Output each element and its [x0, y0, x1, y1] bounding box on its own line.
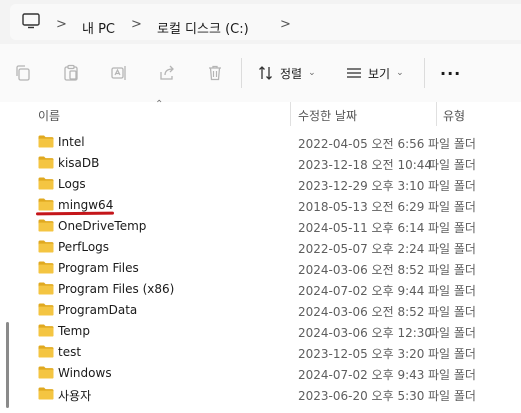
sort-label: 정렬 — [280, 66, 303, 81]
column-divider[interactable] — [436, 102, 437, 126]
file-modified: 2023-06-20 오후 5:30 — [298, 389, 425, 403]
address-bar: > 내 PC > 로컬 디스크 (C:) > — [0, 0, 521, 44]
file-name: ProgramData — [58, 303, 138, 317]
scrollbar[interactable] — [6, 322, 9, 408]
folder-icon — [38, 135, 54, 148]
file-type: 파일 폴더 — [428, 221, 476, 235]
file-row[interactable]: 사용자 2023-06-20 오후 5:30 파일 폴더 — [24, 384, 521, 405]
chevron-down-icon: ⌄ — [396, 68, 404, 78]
delete-icon[interactable] — [206, 64, 224, 82]
file-name: Logs — [58, 177, 86, 191]
file-name: Program Files — [58, 261, 139, 275]
file-row[interactable]: PerfLogs 2022-05-07 오후 2:24 파일 폴더 — [24, 237, 521, 258]
breadcrumb[interactable]: > 내 PC > 로컬 디스크 (C:) > — [10, 4, 521, 40]
file-name: OneDriveTemp — [58, 219, 147, 233]
file-row[interactable]: Temp 2024-03-06 오후 12:30 파일 폴더 — [24, 321, 521, 342]
file-modified: 2024-07-02 오후 9:43 — [298, 368, 425, 382]
sort-button[interactable]: 정렬 ⌄ — [258, 62, 316, 84]
folder-icon — [38, 219, 54, 232]
more-options-button[interactable]: ··· — [440, 62, 461, 84]
folder-icon — [38, 387, 54, 400]
folder-icon — [38, 366, 54, 379]
file-type: 파일 폴더 — [428, 200, 476, 214]
chevron-right-icon[interactable]: > — [56, 17, 67, 32]
file-row[interactable]: kisaDB 2023-12-18 오전 10:44 파일 폴더 — [24, 153, 521, 174]
file-type: 파일 폴더 — [428, 158, 476, 172]
chevron-right-icon[interactable]: > — [280, 17, 291, 32]
file-name: Intel — [58, 135, 85, 149]
column-header: ⌃ 이름 수정한 날짜 유형 — [0, 99, 521, 126]
file-row[interactable]: Program Files (x86) 2024-07-02 오후 9:44 파일 … — [24, 279, 521, 300]
view-button[interactable]: 보기 ⌄ — [346, 62, 404, 84]
column-divider[interactable] — [290, 102, 291, 126]
folder-icon — [38, 303, 54, 316]
file-modified: 2023-12-29 오후 3:10 — [298, 179, 425, 193]
sort-icon — [259, 66, 272, 80]
rename-icon[interactable] — [110, 64, 128, 82]
toolbar-divider — [241, 58, 242, 88]
file-type: 파일 폴더 — [428, 389, 476, 403]
file-row[interactable]: test 2023-12-05 오후 3:20 파일 폴더 — [24, 342, 521, 363]
file-modified: 2022-04-05 오전 6:56 — [298, 137, 425, 151]
sort-ascending-icon: ⌃ — [155, 99, 164, 110]
chevron-down-icon: ⌄ — [308, 68, 316, 78]
toolbar-divider — [424, 58, 425, 88]
share-icon[interactable] — [158, 64, 176, 82]
folder-icon — [38, 240, 54, 253]
folder-icon — [38, 324, 54, 337]
file-modified: 2024-03-06 오전 8:52 — [298, 305, 425, 319]
folder-icon — [38, 282, 54, 295]
file-name: mingw64 — [58, 198, 114, 212]
file-type: 파일 폴더 — [428, 242, 476, 256]
chevron-right-icon[interactable]: > — [131, 17, 142, 32]
folder-icon — [38, 156, 54, 169]
file-type: 파일 폴더 — [428, 263, 476, 277]
breadcrumb-item-local-disk[interactable]: 로컬 디스크 (C:) — [157, 18, 249, 37]
file-name: kisaDB — [58, 156, 100, 170]
view-icon — [347, 68, 361, 78]
file-modified: 2024-05-11 오후 6:14 — [298, 221, 425, 235]
folder-icon — [38, 261, 54, 274]
file-type: 파일 폴더 — [428, 305, 476, 319]
file-name: test — [58, 345, 82, 359]
this-pc-icon[interactable] — [22, 13, 40, 29]
file-row[interactable]: Logs 2023-12-29 오후 3:10 파일 폴더 — [24, 174, 521, 195]
file-name: Windows — [58, 366, 112, 380]
column-header-name[interactable]: 이름 — [38, 107, 60, 124]
file-modified: 2024-03-06 오전 8:52 — [298, 263, 425, 277]
file-modified: 2023-12-18 오전 10:44 — [298, 158, 433, 172]
file-name: 사용자 — [58, 389, 92, 403]
file-type: 파일 폴더 — [428, 347, 476, 361]
file-type: 파일 폴더 — [428, 368, 476, 382]
command-bar: 정렬 ⌄ 보기 ⌄ ··· — [0, 44, 521, 103]
file-type: 파일 폴더 — [428, 284, 476, 298]
file-modified: 2024-07-02 오후 9:44 — [298, 284, 425, 298]
file-type: 파일 폴더 — [428, 326, 476, 340]
file-row[interactable]: Program Files 2024-03-06 오전 8:52 파일 폴더 — [24, 258, 521, 279]
file-type: 파일 폴더 — [428, 137, 476, 151]
file-row[interactable]: Windows 2024-07-02 오후 9:43 파일 폴더 — [24, 363, 521, 384]
folder-icon — [38, 198, 54, 211]
file-modified: 2018-05-13 오전 6:29 — [298, 200, 425, 214]
file-modified: 2022-05-07 오후 2:24 — [298, 242, 425, 256]
file-row[interactable]: OneDriveTemp 2024-05-11 오후 6:14 파일 폴더 — [24, 216, 521, 237]
view-label: 보기 — [368, 66, 391, 81]
folder-icon — [38, 177, 54, 190]
paste-icon[interactable] — [62, 64, 80, 82]
file-name: Temp — [58, 324, 90, 338]
folder-icon — [38, 345, 54, 358]
file-name: PerfLogs — [58, 240, 110, 254]
file-row[interactable]: Intel 2022-04-05 오전 6:56 파일 폴더 — [24, 132, 521, 153]
copy-icon[interactable] — [14, 64, 32, 82]
column-header-modified[interactable]: 수정한 날짜 — [298, 107, 357, 124]
breadcrumb-item-this-pc[interactable]: 내 PC — [82, 18, 115, 37]
column-header-type[interactable]: 유형 — [443, 107, 465, 124]
file-row[interactable]: ProgramData 2024-03-06 오전 8:52 파일 폴더 — [24, 300, 521, 321]
file-modified: 2023-12-05 오후 3:20 — [298, 347, 425, 361]
file-modified: 2024-03-06 오후 12:30 — [298, 326, 433, 340]
file-name: Program Files (x86) — [58, 282, 175, 296]
file-type: 파일 폴더 — [428, 179, 476, 193]
